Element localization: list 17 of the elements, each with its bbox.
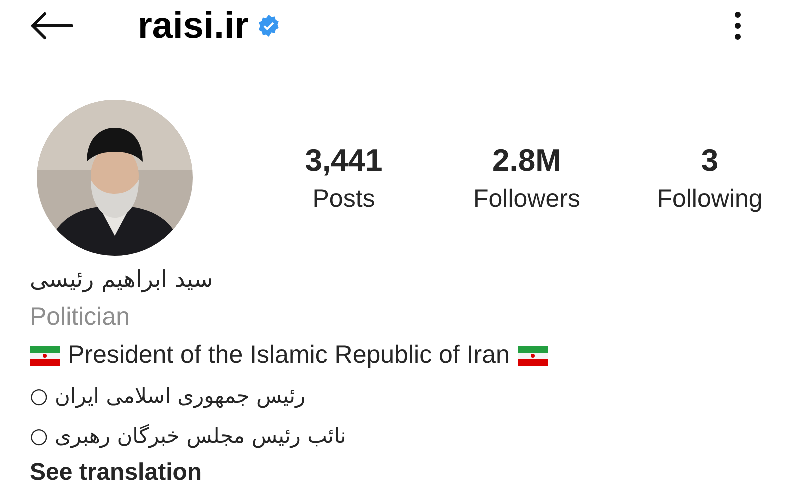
flag-icon <box>518 346 548 366</box>
stat-label: Following <box>657 184 763 215</box>
bio-line: نائب رئیس مجلس خبرگان رهبری ○ <box>30 423 346 450</box>
see-translation-link[interactable]: See translation <box>30 456 202 490</box>
stat-count: 2.8M <box>492 142 562 180</box>
category-label: Politician <box>30 302 130 333</box>
more-options-icon[interactable] <box>734 11 742 41</box>
bio-line: رئیس جمهوری اسلامی ایران ○ <box>30 383 306 410</box>
stat-count: 3,441 <box>305 142 383 180</box>
flag-icon <box>30 346 60 366</box>
stat-label: Followers <box>474 184 580 215</box>
stat-label: Posts <box>312 184 376 215</box>
display-name: سید ابراهیم رئیسی <box>30 266 214 295</box>
back-arrow-icon[interactable] <box>30 11 74 41</box>
username: raisi.ir <box>138 4 250 48</box>
bio-line: President of the Islamic Republic of Iran <box>68 340 510 372</box>
stat-count: 3 <box>701 142 719 180</box>
